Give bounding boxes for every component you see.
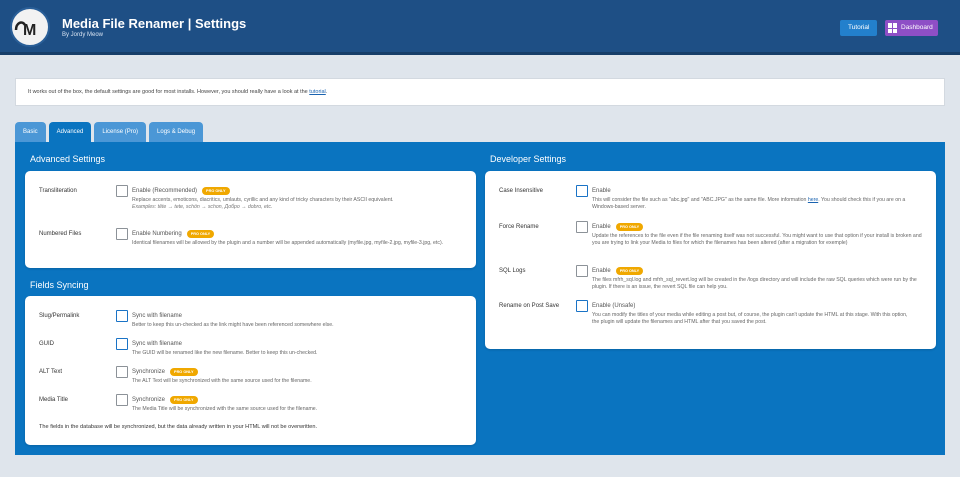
fields-syncing-title: Fields Syncing: [30, 280, 89, 290]
setting-desc: The Media Title will be synchronized wit…: [132, 406, 318, 412]
setting-desc: Identical filenames will be allowed by t…: [132, 240, 444, 246]
setting-option: Sync with filename: [132, 313, 183, 319]
pro-only-badge: PRO ONLY: [615, 267, 644, 275]
option-label: Enable: [592, 268, 611, 274]
tab-logs-debug[interactable]: Logs & Debug: [149, 122, 204, 142]
pro-only-badge: PRO ONLY: [170, 396, 198, 404]
settings-tabs: Basic Advanced License (Pro) Logs & Debu…: [15, 122, 204, 142]
setting-label: Numbered Files: [39, 231, 82, 237]
setting-label: Transliteration: [39, 188, 77, 194]
tutorial-link[interactable]: tutorial: [309, 89, 326, 95]
setting-label: GUID: [39, 341, 54, 347]
media-title-checkbox[interactable]: [116, 394, 128, 406]
setting-desc: The ALT Text will be synchronized with t…: [132, 378, 312, 384]
developer-settings-card: Case Insensitive Enable This will consid…: [485, 171, 936, 349]
option-label: Enable (Recommended): [132, 188, 198, 194]
transliteration-checkbox[interactable]: [116, 185, 128, 197]
option-label: Enable: [592, 224, 611, 230]
setting-desc: Better to keep this un-checked as the li…: [132, 322, 334, 328]
fields-syncing-card: Slug/Permalink Sync with filename Better…: [25, 296, 476, 445]
setting-desc: Replace accents, emoticons, diacritics, …: [132, 197, 462, 210]
setting-desc: The GUID will be renamed like the new fi…: [132, 350, 318, 356]
grid-icon: [888, 23, 898, 33]
setting-label: Case Insensitive: [499, 188, 544, 194]
setting-desc: This will consider the file such as "abc…: [592, 197, 910, 210]
tab-content: Advanced Settings Transliteration Enable…: [15, 142, 945, 455]
pro-only-badge: PRO ONLY: [170, 368, 198, 376]
setting-desc: Update the references to the file even i…: [592, 233, 922, 246]
tab-license[interactable]: License (Pro): [94, 122, 147, 142]
setting-option: Synchronize PRO ONLY: [132, 396, 198, 404]
dashboard-button[interactable]: Dashboard: [885, 20, 938, 36]
tab-advanced[interactable]: Advanced: [48, 122, 92, 142]
notice-text: It works out of the box, the default set…: [28, 89, 310, 95]
case-insensitive-checkbox[interactable]: [576, 185, 588, 197]
pro-only-badge: PRO ONLY: [202, 187, 230, 195]
setting-label: Rename on Post Save: [499, 303, 560, 309]
sql-logs-checkbox[interactable]: [576, 265, 588, 277]
tutorial-button[interactable]: Tutorial: [840, 20, 878, 36]
option-label: Synchronize: [132, 369, 166, 375]
more-info-link[interactable]: here: [808, 197, 818, 203]
app-header: M Media File Renamer | Settings By Jordy…: [0, 0, 960, 55]
tab-basic[interactable]: Basic: [15, 122, 46, 142]
force-rename-checkbox[interactable]: [576, 221, 588, 233]
setting-option: Sync with filename: [132, 341, 183, 347]
numbering-checkbox[interactable]: [116, 228, 128, 240]
setting-label: SQL Logs: [499, 268, 526, 274]
dashboard-label: Dashboard: [901, 24, 933, 31]
alt-text-checkbox[interactable]: [116, 366, 128, 378]
rename-on-save-checkbox[interactable]: [576, 300, 588, 312]
advanced-settings-card: Transliteration Enable (Recommended) PRO…: [25, 171, 476, 268]
setting-option: Enable (Recommended) PRO ONLY: [132, 187, 230, 195]
setting-option: Enable PRO ONLY: [592, 267, 644, 275]
author-subtitle: By Jordy Meow: [62, 32, 104, 38]
advanced-settings-title: Advanced Settings: [30, 154, 106, 164]
slug-sync-checkbox[interactable]: [116, 310, 128, 322]
setting-option: Synchronize PRO ONLY: [132, 368, 198, 376]
option-label: Enable Numbering: [132, 231, 182, 237]
info-notice: It works out of the box, the default set…: [15, 78, 945, 106]
meow-logo-icon: M: [14, 21, 36, 39]
setting-option: Enable Numbering PRO ONLY: [132, 230, 215, 238]
notice-end: .: [325, 89, 328, 95]
setting-option: Enable: [592, 188, 611, 194]
desc-example: Examples: tête → tete, schön → schon, До…: [132, 203, 273, 210]
pro-only-badge: PRO ONLY: [186, 230, 215, 238]
syncing-footnote: The fields in the database will be synch…: [39, 424, 318, 430]
developer-settings-title: Developer Settings: [490, 154, 567, 164]
page-title: Media File Renamer | Settings: [62, 16, 247, 31]
setting-desc: You can modify the titles of your media …: [592, 312, 908, 325]
setting-label: ALT Text: [39, 369, 63, 375]
plugin-logo: M: [10, 7, 50, 47]
pro-only-badge: PRO ONLY: [615, 223, 644, 231]
option-label: Synchronize: [132, 397, 166, 403]
setting-label: Force Rename: [499, 224, 539, 230]
setting-label: Slug/Permalink: [39, 313, 80, 319]
svg-text:M: M: [23, 22, 36, 39]
guid-sync-checkbox[interactable]: [116, 338, 128, 350]
setting-option: Enable (Unsafe): [592, 303, 636, 309]
desc-text: This will consider the file such as "abc…: [592, 197, 808, 203]
setting-label: Media Title: [39, 397, 69, 403]
setting-desc: The files mfrh_sql.log and mfrh_sql_reve…: [592, 277, 917, 290]
setting-option: Enable PRO ONLY: [592, 223, 644, 231]
